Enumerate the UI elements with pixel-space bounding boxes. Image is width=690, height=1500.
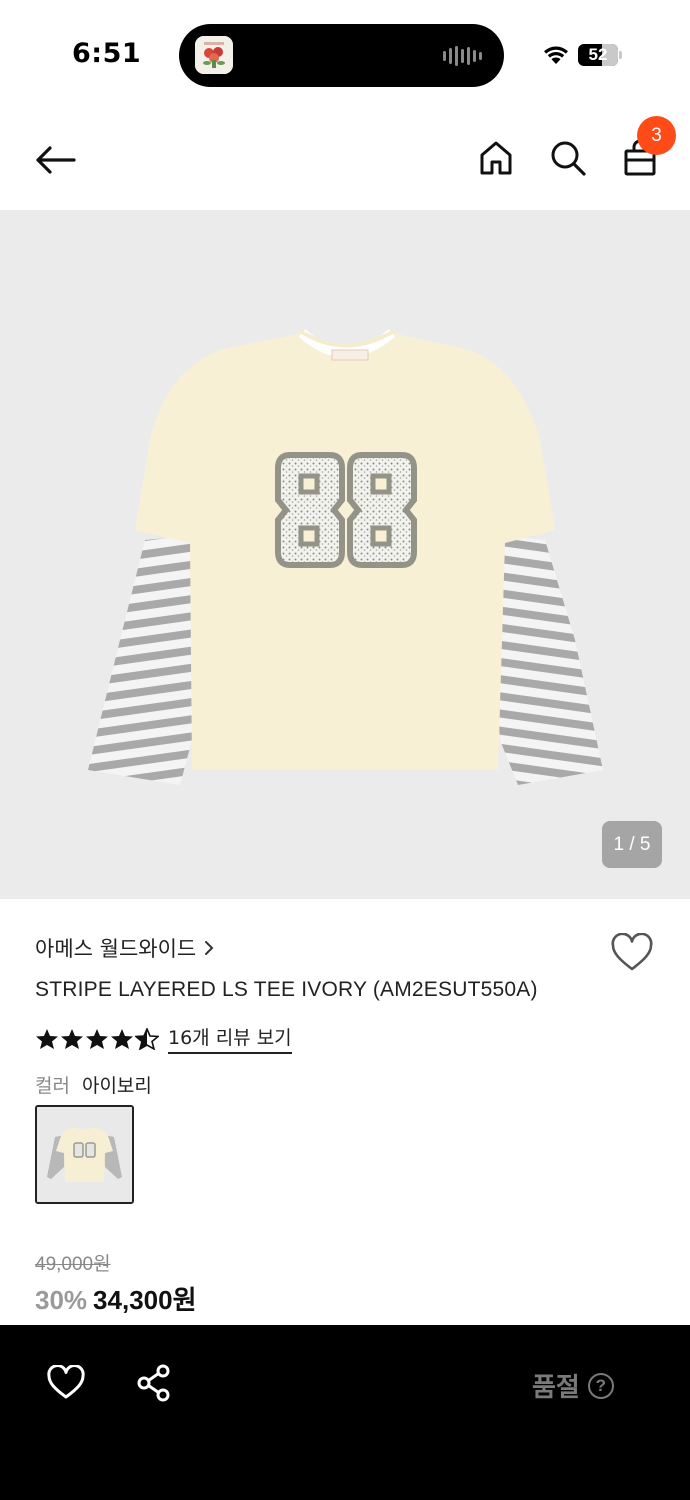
- search-icon: [551, 141, 586, 176]
- back-button[interactable]: [30, 138, 80, 182]
- sale-price: 34,300원: [93, 1285, 197, 1315]
- product-photo: [88, 329, 603, 785]
- top-nav: [0, 110, 690, 210]
- color-value: 아이보리: [81, 1075, 152, 1097]
- chevron-right-icon: [205, 941, 214, 955]
- status-time: 6:51: [72, 38, 142, 69]
- bottom-wishlist-button[interactable]: [46, 1364, 86, 1401]
- battery-level: 52: [588, 45, 608, 64]
- color-label: 컬러: [35, 1075, 70, 1097]
- status-bar: 6:51 52: [0, 0, 690, 110]
- search-button[interactable]: [546, 136, 590, 180]
- wifi-icon: [541, 44, 571, 70]
- star-icon: [86, 1028, 108, 1049]
- product-image-carousel[interactable]: 1 / 5: [0, 210, 690, 899]
- back-arrow-icon: [36, 146, 76, 174]
- discount-rate: 30%: [35, 1285, 88, 1315]
- share-button[interactable]: [134, 1363, 174, 1403]
- audio-wave-icon: [443, 46, 482, 66]
- rating-row: 16개 리뷰 보기: [35, 1023, 292, 1054]
- battery-icon: 52: [578, 44, 622, 66]
- home-icon: [480, 141, 512, 175]
- star-icon: [36, 1028, 58, 1049]
- heart-icon: [611, 932, 653, 971]
- star-icon: [111, 1028, 133, 1049]
- product-title: STRIPE LAYERED LS TEE IVORY (AM2ESUT550A…: [35, 978, 538, 1001]
- image-page-indicator: 1 / 5: [602, 821, 662, 868]
- product-info: 아메스 월드와이드 STRIPE LAYERED LS TEE IVORY (A…: [0, 899, 690, 1325]
- home-button[interactable]: [474, 136, 518, 180]
- app-thumbnail-icon: [195, 36, 233, 74]
- brand-name: 아메스 월드와이드: [35, 937, 197, 961]
- star-icon: [61, 1028, 83, 1049]
- bottom-action-bar: 품절 ?: [0, 1325, 690, 1500]
- swatch-thumbnail: [37, 1107, 132, 1202]
- wishlist-button[interactable]: [610, 932, 654, 973]
- soldout-label: 품절: [532, 1373, 580, 1403]
- soldout-status[interactable]: 품절 ?: [532, 1367, 614, 1404]
- dynamic-island[interactable]: [179, 24, 504, 87]
- star-half-icon: [135, 1027, 159, 1050]
- brand-link[interactable]: 아메스 월드와이드: [35, 933, 214, 963]
- star-rating: [35, 1027, 159, 1050]
- cart-count-badge: 3: [637, 116, 676, 155]
- share-icon: [137, 1364, 170, 1402]
- original-price: 49,000원: [35, 1254, 111, 1275]
- heart-icon: [47, 1364, 85, 1399]
- color-row: 컬러 아이보리: [35, 1071, 152, 1098]
- price-row: 30% 34,300원: [35, 1280, 197, 1317]
- reviews-link[interactable]: 16개 리뷰 보기: [168, 1023, 292, 1054]
- color-swatch-ivory[interactable]: [35, 1105, 134, 1204]
- help-circle-icon[interactable]: ?: [587, 1372, 614, 1399]
